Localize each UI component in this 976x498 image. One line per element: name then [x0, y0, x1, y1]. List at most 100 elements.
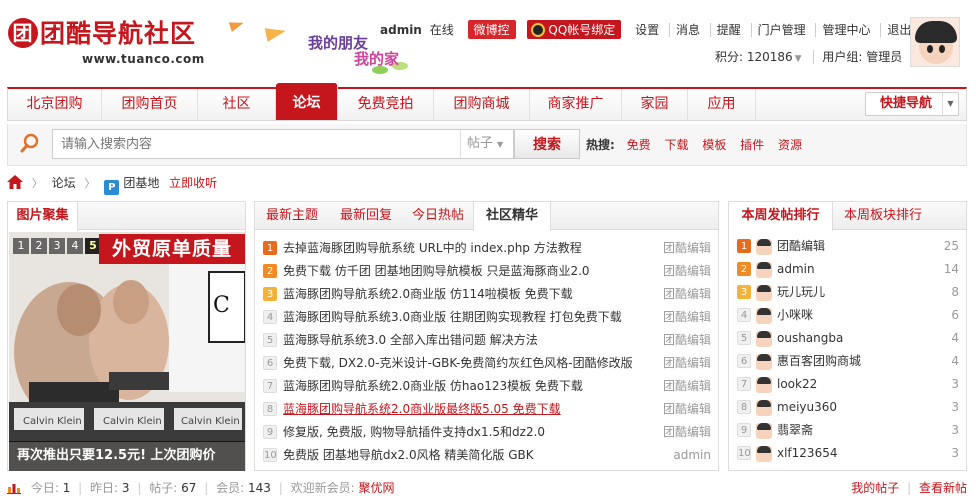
logout-link[interactable]: 退出: [880, 23, 912, 37]
user-name[interactable]: oushangba: [777, 327, 843, 350]
tab-weekly-boards[interactable]: 本周板块排行: [833, 202, 933, 230]
user-name[interactable]: 翡翠斋: [777, 419, 813, 442]
view-new-posts-link[interactable]: 查看新帖: [919, 481, 967, 495]
avatar[interactable]: [756, 308, 772, 324]
thread-author[interactable]: 团酷编辑: [663, 352, 711, 374]
nav-item-merchant[interactable]: 商家推广: [530, 89, 622, 120]
admin-center-link[interactable]: 管理中心: [815, 23, 871, 37]
ranking-row[interactable]: 8 meiyu360 3: [737, 396, 959, 419]
ranking-row[interactable]: 5 oushangba 4: [737, 327, 959, 350]
thread-author[interactable]: admin: [673, 444, 711, 466]
credits-menu[interactable]: 积分: 120186 ▼: [715, 50, 802, 64]
avatar[interactable]: [756, 285, 772, 301]
thread-row[interactable]: 9 修复版, 免费版, 购物导航插件支持dx1.5和dz2.0 团酷编辑: [263, 421, 711, 443]
ranking-row[interactable]: 6 惠百客团购商城 4: [737, 350, 959, 373]
thread-row[interactable]: 10 免费版 团基地导航dx2.0风格 精美简化版 GBK admin: [263, 444, 711, 466]
avatar[interactable]: [756, 331, 772, 347]
thread-author[interactable]: 团酷编辑: [663, 398, 711, 420]
user-name[interactable]: admin: [777, 258, 815, 281]
gallery-dot-4[interactable]: 4: [67, 238, 83, 254]
breadcrumb-forum[interactable]: 论坛: [52, 176, 76, 190]
new-member-link[interactable]: 聚优网: [358, 481, 394, 495]
nav-item-auction[interactable]: 免费竞拍: [338, 89, 434, 120]
thread-title[interactable]: 免费下载 仿千团 团基地团购导航模板 只是蓝海豚商业2.0: [283, 260, 653, 282]
thread-title[interactable]: 修复版, 免费版, 购物导航插件支持dx1.5和dz2.0: [283, 421, 653, 443]
portal-admin-link[interactable]: 门户管理: [750, 23, 806, 37]
avatar[interactable]: [756, 239, 772, 255]
nav-item-forum[interactable]: 论坛: [276, 83, 338, 120]
thread-title[interactable]: 蓝海豚团购导航系统2.0商业版最终版5.05 免费下载: [283, 398, 653, 420]
quick-nav-button[interactable]: 快捷导航 ▼: [865, 92, 959, 116]
settings-link[interactable]: 设置: [635, 23, 659, 37]
avatar[interactable]: [910, 17, 960, 67]
thread-row[interactable]: 3 蓝海豚团购导航系统2.0商业版 仿114啦模板 免费下载 团酷编辑: [263, 283, 711, 305]
nav-item-beijing[interactable]: 北京团购: [8, 89, 102, 120]
user-name[interactable]: 团酷编辑: [777, 235, 825, 258]
gallery-image[interactable]: C Calvin Klein Calvin Klein Calvin Klein…: [9, 232, 245, 471]
thread-author[interactable]: 团酷编辑: [663, 421, 711, 443]
tab-latest-topics[interactable]: 最新主题: [255, 202, 329, 230]
thread-title[interactable]: 去掉蓝海豚团购导航系统 URL中的 index.php 方法教程: [283, 237, 653, 259]
search-type-select[interactable]: 帖子 ▼: [460, 129, 514, 159]
ranking-row[interactable]: 1 团酷编辑 25: [737, 235, 959, 258]
avatar[interactable]: [756, 354, 772, 370]
hot-keyword[interactable]: 资源: [778, 138, 802, 152]
ranking-row[interactable]: 3 玩儿玩儿 8: [737, 281, 959, 304]
thread-author[interactable]: 团酷编辑: [663, 306, 711, 328]
thread-title[interactable]: 蓝海豚团购导航系统2.0商业版 仿114啦模板 免费下载: [283, 283, 653, 305]
hot-keyword[interactable]: 免费: [627, 138, 651, 152]
thread-author[interactable]: 团酷编辑: [663, 237, 711, 259]
nav-item-mall[interactable]: 团购商城: [434, 89, 530, 120]
site-logo[interactable]: 团团酷导航社区 www.tuanco.com: [8, 14, 213, 70]
tab-community-digest[interactable]: 社区精华: [473, 202, 551, 231]
nav-item-home[interactable]: 家园: [622, 89, 688, 120]
ranking-row[interactable]: 10 xlf123654 3: [737, 442, 959, 465]
tab-today-hot[interactable]: 今日热帖: [403, 202, 473, 230]
thread-row[interactable]: 7 蓝海豚团购导航系统2.0商业版 仿hao123模板 免费下载 团酷编辑: [263, 375, 711, 397]
tab-latest-replies[interactable]: 最新回复: [329, 202, 403, 230]
hot-keyword[interactable]: 插件: [740, 138, 764, 152]
user-name[interactable]: 惠百客团购商城: [777, 350, 861, 373]
tab-weekly-posts[interactable]: 本周发帖排行: [729, 202, 833, 231]
avatar[interactable]: [756, 400, 772, 416]
thread-row[interactable]: 2 免费下载 仿千团 团基地团购导航模板 只是蓝海豚商业2.0 团酷编辑: [263, 260, 711, 282]
reminders-link[interactable]: 提醒: [709, 23, 741, 37]
weibo-button[interactable]: 微博控: [467, 20, 516, 39]
nav-item-apps[interactable]: 应用: [688, 89, 756, 120]
ranking-row[interactable]: 9 翡翠斋 3: [737, 419, 959, 442]
thread-title[interactable]: 蓝海豚导航系统3.0 全部入库出错问题 解决方法: [283, 329, 653, 351]
user-name[interactable]: look22: [777, 373, 817, 396]
user-name[interactable]: 小咪咪: [777, 304, 813, 327]
gallery-dot-3[interactable]: 3: [49, 238, 65, 254]
hot-keyword[interactable]: 下载: [664, 138, 688, 152]
thread-title[interactable]: 免费下载, DX2.0-克米设计-GBK-免费简约灰红色风格-团酷修改版: [283, 352, 653, 374]
thread-title[interactable]: 免费版 团基地导航dx2.0风格 精美简化版 GBK: [283, 444, 653, 466]
messages-link[interactable]: 消息: [668, 23, 700, 37]
thread-author[interactable]: 团酷编辑: [663, 329, 711, 351]
nav-item-community[interactable]: 社区: [198, 89, 276, 120]
ranking-row[interactable]: 4 小咪咪 6: [737, 304, 959, 327]
user-name[interactable]: xlf123654: [777, 442, 837, 465]
gallery-dot-1[interactable]: 1: [13, 238, 29, 254]
hot-keyword[interactable]: 模板: [702, 138, 726, 152]
user-name[interactable]: 玩儿玩儿: [777, 281, 825, 304]
thread-row[interactable]: 4 蓝海豚团购导航系统3.0商业版 往期团购实现教程 打包免费下载 团酷编辑: [263, 306, 711, 328]
nav-item-tuangou-home[interactable]: 团购首页: [102, 89, 198, 120]
user-name[interactable]: meiyu360: [777, 396, 837, 419]
search-button[interactable]: 搜索: [514, 129, 580, 159]
ranking-row[interactable]: 2 admin 14: [737, 258, 959, 281]
home-icon[interactable]: [7, 175, 23, 189]
avatar[interactable]: [756, 446, 772, 462]
thread-row[interactable]: 1 去掉蓝海豚团购导航系统 URL中的 index.php 方法教程 团酷编辑: [263, 237, 711, 259]
thread-row[interactable]: 8 蓝海豚团购导航系统2.0商业版最终版5.05 免费下载 团酷编辑: [263, 398, 711, 420]
breadcrumb-board[interactable]: 团基地: [123, 176, 159, 190]
ranking-row[interactable]: 7 look22 3: [737, 373, 959, 396]
my-posts-link[interactable]: 我的帖子: [851, 481, 899, 495]
username-link[interactable]: admin: [380, 23, 422, 37]
avatar[interactable]: [756, 262, 772, 278]
follow-link[interactable]: 立即收听: [169, 176, 217, 190]
qq-bind-button[interactable]: QQ帐号绑定: [527, 20, 622, 39]
thread-row[interactable]: 5 蓝海豚导航系统3.0 全部入库出错问题 解决方法 团酷编辑: [263, 329, 711, 351]
thread-author[interactable]: 团酷编辑: [663, 375, 711, 397]
avatar[interactable]: [756, 377, 772, 393]
